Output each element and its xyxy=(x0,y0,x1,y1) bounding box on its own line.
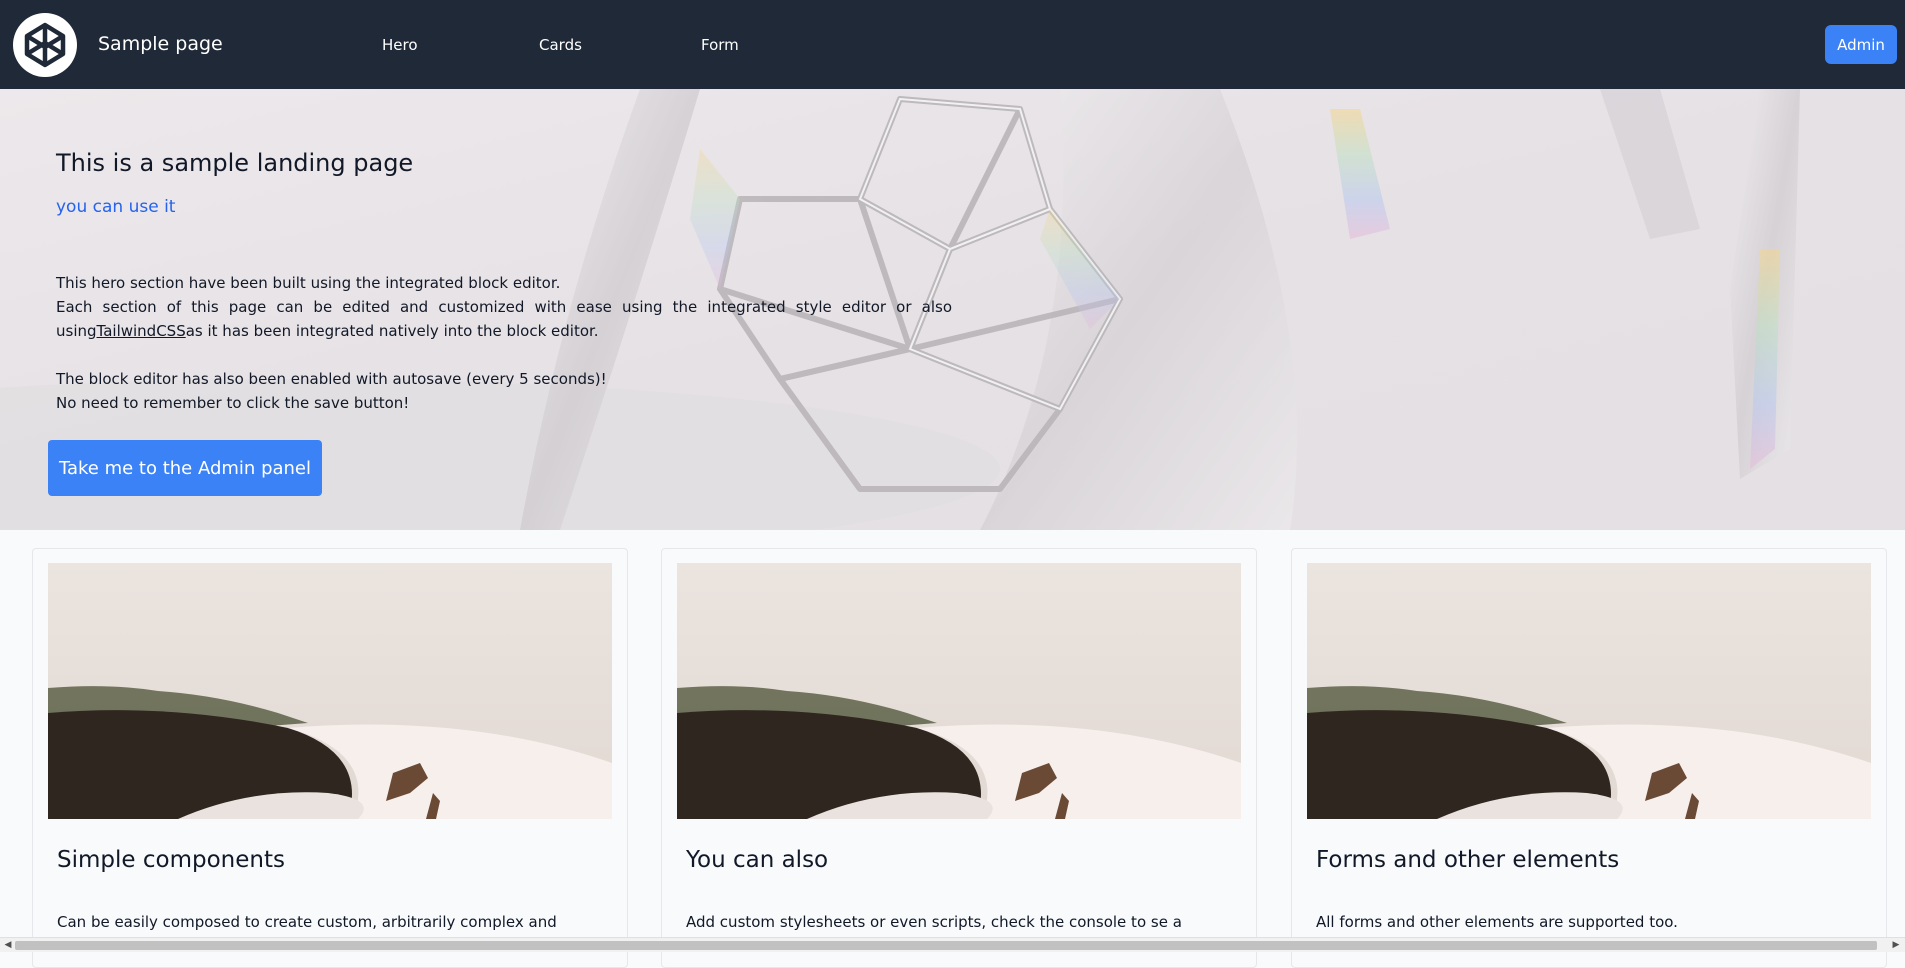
scrollbar-thumb[interactable] xyxy=(15,941,1877,950)
scroll-right-icon[interactable]: ▶ xyxy=(1891,940,1901,950)
card-you-can-also: You can also Add custom stylesheets or e… xyxy=(661,548,1257,968)
hero-line-2: Each section of this page can be edited … xyxy=(56,295,952,343)
nav-link-form[interactable]: Form xyxy=(701,35,739,55)
nav-link-cards[interactable]: Cards xyxy=(539,35,582,55)
hero-section: This is a sample landing page you can us… xyxy=(0,89,1905,530)
hero-title: This is a sample landing page xyxy=(56,149,414,177)
hero-description: This hero section have been built using … xyxy=(56,271,952,415)
top-navbar: Sample page Hero Cards Form Admin xyxy=(0,0,1905,89)
beach-image xyxy=(48,563,612,819)
admin-panel-cta-button[interactable]: Take me to the Admin panel xyxy=(48,440,322,496)
cube-logo-icon[interactable] xyxy=(13,13,77,77)
nav-link-hero[interactable]: Hero xyxy=(382,35,418,55)
brand-title[interactable]: Sample page xyxy=(98,32,223,56)
card-text: Can be easily composed to create custom,… xyxy=(57,913,557,931)
hero-subtitle: you can use it xyxy=(56,197,176,217)
hero-line-2-tail: as it has been integrated natively into … xyxy=(185,322,599,340)
card-title: Simple components xyxy=(57,847,285,873)
card-forms-elements: Forms and other elements All forms and o… xyxy=(1291,548,1887,968)
tailwindcss-link[interactable]: TailwindCSS xyxy=(97,322,186,340)
horizontal-scrollbar[interactable]: ◀ ▶ xyxy=(0,937,1905,952)
card-title: Forms and other elements xyxy=(1316,847,1620,873)
card-simple-components: Simple components Can be easily composed… xyxy=(32,548,628,968)
scroll-left-icon[interactable]: ◀ xyxy=(3,940,13,950)
card-text: All forms and other elements are support… xyxy=(1316,913,1678,931)
admin-button[interactable]: Admin xyxy=(1825,25,1897,64)
beach-image xyxy=(677,563,1241,819)
hero-line-3: The block editor has also been enabled w… xyxy=(56,370,607,388)
card-title: You can also xyxy=(686,847,829,873)
hero-line-4: No need to remember to click the save bu… xyxy=(56,394,410,412)
beach-image xyxy=(1307,563,1871,819)
hero-line-1: This hero section have been built using … xyxy=(56,274,561,292)
